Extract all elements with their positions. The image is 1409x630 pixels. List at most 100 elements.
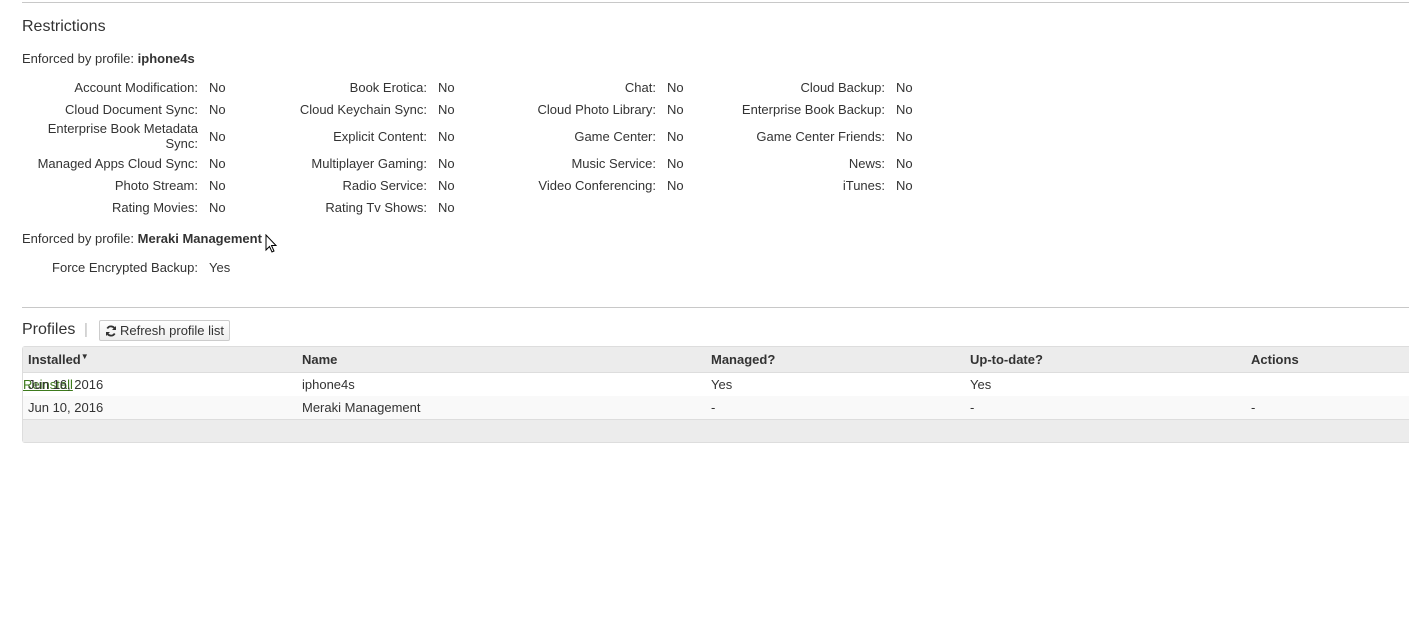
restriction-label: Explicit Content:	[333, 128, 427, 144]
restriction-label: Force Encrypted Backup:	[52, 259, 198, 275]
profiles-table: Installed▼ Name Managed? Up-to-date? Act…	[22, 346, 1409, 443]
restriction-label: Cloud Photo Library:	[537, 101, 656, 117]
restriction-value: No	[209, 177, 226, 193]
enforced-by-iphone4s: Enforced by profile: iphone4s	[22, 51, 195, 66]
restriction-value: No	[209, 155, 226, 171]
top-divider	[22, 2, 1409, 3]
uptodate-cell: Yes	[970, 377, 992, 392]
restriction-label: Cloud Backup:	[800, 79, 885, 95]
restriction-value: No	[209, 79, 226, 95]
spacer	[198, 256, 209, 278]
spacer	[198, 196, 209, 218]
spacer	[198, 98, 209, 120]
restriction-label: Rating Tv Shows:	[325, 199, 427, 215]
column-actions: Actions	[1251, 352, 1299, 367]
restriction-value: No	[667, 79, 684, 95]
spacer	[198, 174, 209, 196]
refresh-icon	[106, 325, 116, 336]
restriction-row: Managed Apps Cloud Sync: No Multiplayer Ga…	[22, 152, 938, 174]
spacer	[427, 152, 438, 174]
restriction-value: No	[438, 101, 455, 117]
restriction-label: Book Erotica:	[349, 79, 427, 95]
restriction-label: Photo Stream:	[114, 177, 198, 193]
table-header: Installed▼ Name Managed? Up-to-date? Act…	[23, 347, 1409, 373]
spacer	[885, 120, 896, 152]
profile-name: Meraki Management	[137, 231, 262, 246]
restriction-label: Music Service:	[571, 155, 656, 171]
restriction-value: No	[438, 177, 455, 193]
restriction-row: Enterprise Book Metadata Sync: No Explicit…	[22, 120, 938, 152]
restriction-value: No	[667, 101, 684, 117]
restriction-value: No	[209, 128, 226, 144]
spacer	[427, 120, 438, 152]
restrictions-grid-iphone4s: Account Modification: No Book Erotica: No Ch…	[22, 76, 938, 218]
restrictions-grid-meraki: Force Encrypted Backup: Yes	[22, 256, 251, 278]
restriction-label: Cloud Keychain Sync:	[299, 101, 427, 117]
restriction-label: Chat:	[624, 79, 656, 95]
restriction-label: Game Center:	[574, 128, 656, 144]
restriction-value: No	[209, 199, 226, 215]
restriction-label: iTunes:	[842, 177, 885, 193]
spacer	[427, 98, 438, 120]
sort-desc-icon: ▼	[80, 352, 89, 361]
name-cell: iphone4s	[302, 377, 355, 392]
enforced-label: Enforced by profile:	[22, 51, 135, 66]
managed-cell: Yes	[711, 377, 733, 392]
restriction-value: Yes	[209, 259, 231, 275]
spacer	[198, 152, 209, 174]
restriction-row: Photo Stream: No Radio Service: No Video Con…	[22, 174, 938, 196]
column-name[interactable]: Name	[302, 352, 337, 367]
restriction-value: No	[209, 101, 226, 117]
restriction-value: No	[667, 177, 684, 193]
restriction-label: Managed Apps Cloud Sync:	[37, 155, 198, 171]
restriction-label: Cloud Document Sync:	[65, 101, 198, 117]
restriction-value: No	[896, 101, 913, 117]
restriction-value: No	[896, 128, 913, 144]
restriction-value: No	[438, 199, 455, 215]
spacer	[885, 76, 896, 98]
restriction-value: No	[896, 79, 913, 95]
spacer	[427, 196, 438, 218]
refresh-profile-list-button[interactable]: Refresh profile list	[99, 320, 231, 341]
restriction-row: Force Encrypted Backup: Yes	[22, 256, 251, 278]
installed-cell: Jun 10, 2016	[28, 400, 104, 415]
spacer	[656, 120, 667, 152]
restriction-label: News:	[848, 155, 885, 171]
spacer	[656, 76, 667, 98]
refresh-label: Refresh profile list	[120, 323, 225, 338]
restriction-value: No	[667, 155, 684, 171]
table-row: Jun 10, 2016 Meraki Management - - -	[23, 396, 1409, 420]
enforced-by-meraki: Enforced by profile: Meraki Management	[22, 231, 262, 246]
mouse-cursor-icon	[265, 234, 278, 253]
restriction-row: Cloud Document Sync: No Cloud Keychain Syn…	[22, 98, 938, 120]
installed-cell: Jun 16, 2016	[28, 377, 104, 392]
spacer	[198, 76, 209, 98]
column-managed[interactable]: Managed?	[711, 352, 775, 367]
section-divider	[22, 307, 1409, 308]
spacer	[198, 120, 209, 152]
name-cell: Meraki Management	[302, 400, 421, 415]
restriction-value: No	[438, 128, 455, 144]
managed-cell: -	[711, 400, 716, 415]
restriction-row: Rating Movies: No Rating Tv Shows: No	[22, 196, 938, 218]
title-separator: |	[84, 321, 88, 338]
table-row: Jun 16, 2016 iphone4s Yes Yes Reinstall	[23, 373, 1409, 396]
column-uptodate[interactable]: Up-to-date?	[970, 352, 1043, 367]
spacer	[885, 152, 896, 174]
spacer	[656, 174, 667, 196]
spacer	[427, 174, 438, 196]
column-installed[interactable]: Installed▼	[28, 352, 89, 367]
spacer	[656, 98, 667, 120]
spacer	[885, 98, 896, 120]
column-label: Installed	[28, 352, 81, 367]
spacer	[427, 76, 438, 98]
profiles-title: Profiles	[22, 321, 76, 338]
restriction-value: No	[438, 155, 455, 171]
spacer	[885, 174, 896, 196]
restriction-label: Game Center Friends:	[756, 128, 885, 144]
restriction-value: No	[438, 79, 455, 95]
actions-cell: -	[1251, 400, 1256, 415]
restriction-row: Account Modification: No Book Erotica: No Ch…	[22, 76, 938, 98]
spacer	[656, 152, 667, 174]
restriction-value: No	[896, 177, 913, 193]
